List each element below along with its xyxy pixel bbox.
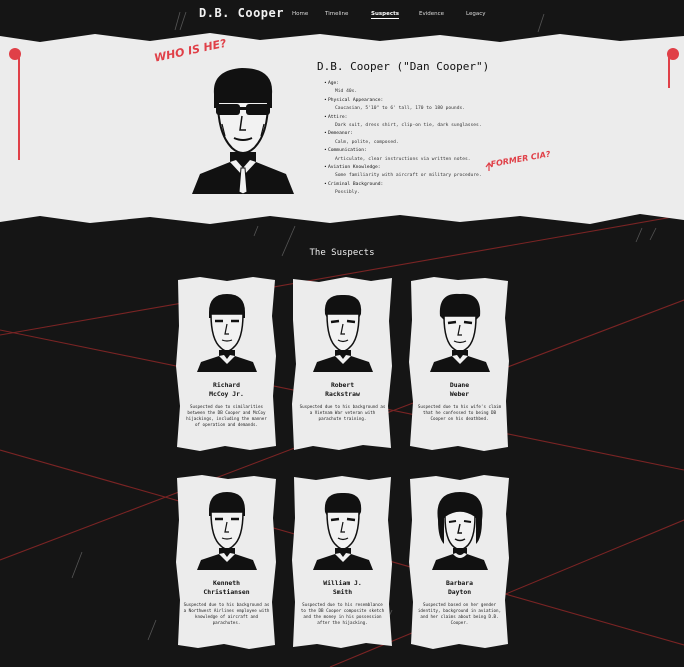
top-navigation: D.B. Cooper Home Timeline Suspects Evide… [0,0,684,34]
suspect-description: Suspected due to similarities between th… [186,404,267,427]
suspect-last-name: Christiansen [203,588,250,596]
site-brand[interactable]: D.B. Cooper [199,6,284,20]
profile-item: Physical Appearance:Caucasian, 5'10" to … [324,97,514,114]
suspect-card-dayton[interactable]: Barbara Dayton Suspected based on her gen… [408,474,511,649]
profile-item-value: Possibly. [335,190,360,196]
profile-item-value: Calm, polite, composed. [335,139,399,145]
suspect-last-name: Weber [449,390,470,398]
suspect-name: Duane Weber [408,381,511,399]
suspect-name: Richard McCoy Jr. [175,381,278,399]
profile-title: D.B. Cooper ("Dan Cooper") [317,60,490,73]
nav-link-evidence[interactable]: Evidence [419,11,444,17]
suspect-card-weber[interactable]: Duane Weber Suspected due to his wife's c… [408,276,511,451]
profile-item-value: Caucasian, 5'10" to 6' tall, 170 to 180 … [335,106,465,112]
profile-item-value: Mid 40s. [335,89,358,95]
nav-link-home[interactable]: Home [292,11,308,17]
suspect-description: Suspected due to his resemblance to the … [300,602,385,625]
suspect-card-christiansen[interactable]: Kenneth Christiansen Suspected due to his… [175,474,278,649]
suspect-description: Suspected due to his background as a Vie… [299,404,386,421]
suspect-description: Suspected due to his wife's claim that h… [417,404,502,421]
nav-link-timeline[interactable]: Timeline [325,11,348,17]
nav-link-legacy[interactable]: Legacy [466,11,486,17]
profile-item: Criminal Background:Possibly. [324,181,514,198]
suspect-name: William J. Smith [291,579,394,597]
suspect-name: Barbara Dayton [408,579,511,597]
suspect-first-name: Kenneth [213,579,240,587]
db-cooper-sketch [192,68,294,194]
suspect-first-name: William J. [323,579,362,587]
profile-item-label: Demeanor: [324,130,514,138]
profile-item-value: Dark suit, dress shirt, clip-on tie, dar… [335,123,482,129]
suspect-portrait [197,294,257,372]
suspect-last-name: Smith [332,588,353,596]
profile-details-list: Age:Mid 40s. Physical Appearance:Caucasi… [324,80,514,198]
suspect-first-name: Robert [330,381,355,389]
profile-item: Age:Mid 40s. [324,80,514,97]
suspect-first-name: Richard [213,381,240,389]
suspect-portrait [313,492,373,570]
suspects-section-title: The Suspects [309,248,375,258]
profile-item-value: Some familiarity with aircraft or milita… [335,173,482,179]
suspect-name: Robert Rackstraw [291,381,394,399]
suspect-first-name: Barbara [446,579,473,587]
profile-item-label: Criminal Background: [324,181,514,189]
suspect-portrait [430,293,490,372]
suspect-description: Suspected due to his background as a Nor… [183,602,270,625]
arrow-up-icon [485,162,493,171]
suspect-portrait [432,492,488,570]
suspect-portrait [313,294,373,372]
suspect-last-name: Rackstraw [325,390,360,398]
suspect-card-smith[interactable]: William J. Smith Suspected due to his res… [291,474,394,649]
profile-item-label: Attire: [324,114,514,122]
suspect-portrait [197,492,257,570]
suspect-first-name: Duane [449,381,470,389]
suspect-card-mccoy[interactable]: Richard McCoy Jr. Suspected due to simila… [175,276,278,451]
suspect-name: Kenneth Christiansen [175,579,278,597]
profile-item-label: Physical Appearance: [324,97,514,105]
profile-item: Attire:Dark suit, dress shirt, clip-on t… [324,114,514,131]
suspect-last-name: McCoy Jr. [209,390,244,398]
suspect-card-rackstraw[interactable]: Robert Rackstraw Suspected due to his bac… [291,276,394,451]
suspect-description: Suspected based on her gender identity, … [417,602,502,625]
suspect-last-name: Dayton [447,588,472,596]
profile-item-label: Age: [324,80,514,88]
profile-item-label: Communication: [324,147,514,155]
nav-link-suspects[interactable]: Suspects [371,11,399,19]
profile-item: Demeanor:Calm, polite, composed. [324,130,514,147]
